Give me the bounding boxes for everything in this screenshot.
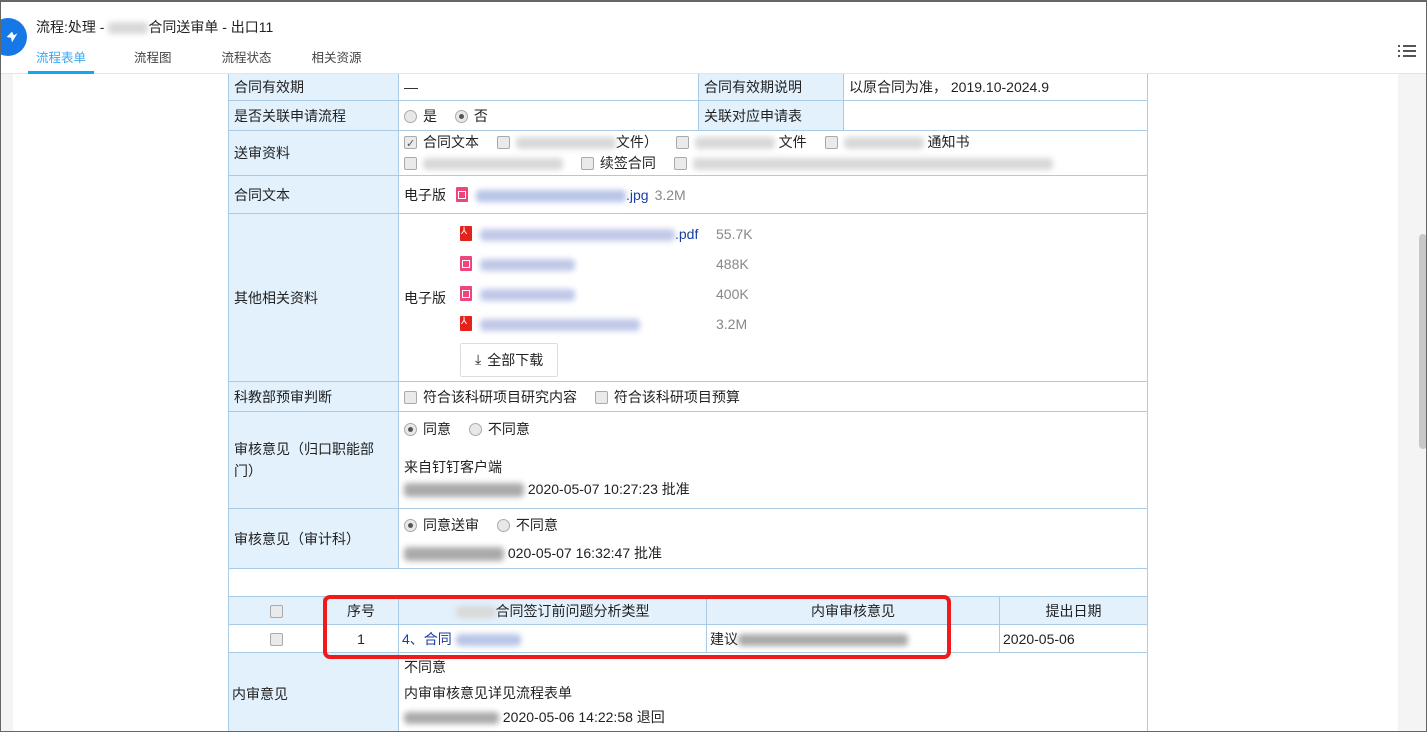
- pdf-file-icon: [460, 316, 472, 331]
- col-index: 序号: [323, 596, 399, 625]
- linked-form-label: 关联对应申请表: [698, 100, 844, 131]
- checkbox-research-budget[interactable]: 符合该科研项目预算: [594, 389, 740, 405]
- pdf-file-icon: [460, 226, 472, 241]
- file-link[interactable]: .jpg: [476, 187, 649, 203]
- pre-review-label: 科教部预审判断: [228, 381, 399, 412]
- opinion-source: 来自钉钉客户端: [404, 459, 502, 475]
- row-contract-text: 合同文本 电子版 .jpg 3.2M: [228, 175, 1148, 214]
- file-item: .pdf55.7K: [460, 219, 753, 249]
- file-link[interactable]: [480, 286, 716, 302]
- internal-audit-label: 内审意见: [228, 652, 399, 731]
- col-audit-opinion: 内审审核意见: [706, 596, 1000, 625]
- app-window: 流程:处理 - 合同送审单 - 出口11 流程表单 流程图 流程状态 相关资源 …: [0, 0, 1427, 732]
- tab-related-resources[interactable]: 相关资源: [304, 42, 370, 74]
- tab-flow-chart[interactable]: 流程图: [126, 42, 180, 74]
- dept-opinion-label: 审核意见（归口职能部门）: [228, 411, 399, 509]
- file-link[interactable]: [480, 256, 716, 272]
- row-audit-opinion: 审核意见（审计科） 同意送审 不同意 020-05-07 16:32:47 批准: [228, 508, 1148, 569]
- other-materials-label: 其他相关资料: [228, 213, 399, 382]
- audit-opinion-label: 审核意见（审计科）: [228, 508, 399, 569]
- file-item: 3.2M: [460, 309, 753, 339]
- row-issue-type[interactable]: 4、合同: [398, 624, 707, 653]
- image-file-icon: [456, 187, 468, 202]
- download-all-button[interactable]: ⤓ 全部下载: [460, 342, 559, 377]
- app-logo-icon: [1, 18, 27, 56]
- vertical-scrollbar[interactable]: [1419, 234, 1426, 449]
- checkbox-material-5[interactable]: [404, 155, 563, 171]
- row-checkbox[interactable]: [269, 632, 283, 646]
- opinion-signature: 2020-05-07 10:27:23 批准: [404, 478, 1142, 500]
- issues-table: 序号 合同签订前问题分析类型 内审审核意见 提出日期 1 4、合同 建议 202…: [228, 596, 1148, 731]
- contract-text-label: 合同文本: [228, 175, 399, 214]
- row-other-materials: 其他相关资料 电子版 .pdf55.7K 488K 400K 3.2M ⤓全部下…: [228, 213, 1148, 382]
- tab-flow-form[interactable]: 流程表单: [28, 42, 95, 74]
- radio-agree-review[interactable]: 同意送审: [404, 517, 479, 533]
- checkbox-material-2[interactable]: 文件）: [496, 134, 658, 150]
- form-page: 合同有效期 — 合同有效期说明 以原合同为准， 2019.10-2024.9 是…: [13, 74, 1398, 731]
- checkbox-material-3[interactable]: 文件: [675, 134, 807, 150]
- validity-note-value: 以原合同为准， 2019.10-2024.9: [843, 74, 1148, 101]
- row-validity: 合同有效期 — 合同有效期说明 以原合同为准， 2019.10-2024.9: [228, 74, 1148, 101]
- table-row: 1 4、合同 建议 2020-05-06: [228, 624, 1148, 653]
- linked-form-value: [843, 100, 1148, 131]
- download-icon: ⤓: [475, 351, 482, 367]
- tab-bar: 流程表单 流程图 流程状态 相关资源: [28, 42, 390, 74]
- tab-flow-status[interactable]: 流程状态: [214, 42, 280, 74]
- col-issue-type: 合同签订前问题分析类型: [398, 596, 707, 625]
- row-date: 2020-05-06: [999, 624, 1148, 653]
- row-dept-opinion: 审核意见（归口职能部门） 同意 不同意 来自钉钉客户端 2020-05-07 1…: [228, 411, 1148, 509]
- radio-no[interactable]: 否: [454, 108, 488, 124]
- validity-note-label: 合同有效期说明: [698, 74, 844, 101]
- file-link[interactable]: [480, 316, 716, 332]
- checkbox-renewal[interactable]: 续签合同: [580, 155, 656, 171]
- radio-disagree[interactable]: 不同意: [468, 421, 530, 437]
- spacer-row: [228, 568, 1148, 597]
- internal-audit-detail: 内审审核意见详见流程表单: [404, 685, 572, 701]
- list-menu-icon[interactable]: [1398, 42, 1416, 58]
- validity-label: 合同有效期: [228, 74, 399, 101]
- row-materials: 送审资料 合同文本 文件） 文件 通知书 续签合同: [228, 130, 1148, 176]
- audit-signature: 020-05-07 16:32:47 批准: [404, 539, 1142, 567]
- checkbox-contract-text[interactable]: 合同文本: [404, 134, 479, 155]
- row-index: 1: [323, 624, 399, 653]
- row-internal-audit: 内审意见 不同意 内审审核意见详见流程表单 2020-05-06 14:22:5…: [228, 652, 1148, 731]
- checkbox-material-7[interactable]: [673, 155, 1053, 171]
- materials-label: 送审资料: [228, 130, 399, 176]
- row-linked-flow: 是否关联申请流程 是 否 关联对应申请表: [228, 100, 1148, 131]
- radio-audit-disagree[interactable]: 不同意: [496, 517, 558, 533]
- contract-form-table: 合同有效期 — 合同有效期说明 以原合同为准， 2019.10-2024.9 是…: [228, 74, 1148, 597]
- file-item: 488K: [460, 249, 753, 279]
- window-title: 流程:处理 - 合同送审单 - 出口11: [36, 19, 274, 35]
- select-all-checkbox[interactable]: [269, 604, 283, 618]
- radio-agree[interactable]: 同意: [404, 421, 451, 437]
- row-pre-review: 科教部预审判断 符合该科研项目研究内容 符合该科研项目预算: [228, 381, 1148, 412]
- internal-audit-signature: 2020-05-06 14:22:58 退回: [404, 705, 1142, 729]
- image-file-icon: [460, 256, 472, 271]
- radio-yes[interactable]: 是: [404, 108, 437, 124]
- validity-value: —: [398, 74, 699, 101]
- row-opinion: 建议: [706, 624, 1000, 653]
- checkbox-research-content[interactable]: 符合该科研项目研究内容: [404, 389, 577, 405]
- internal-audit-result: 不同意: [404, 659, 446, 675]
- image-file-icon: [460, 286, 472, 301]
- issues-table-header: 序号 合同签订前问题分析类型 内审审核意见 提出日期: [228, 596, 1148, 625]
- header: 流程:处理 - 合同送审单 - 出口11 流程表单 流程图 流程状态 相关资源: [1, 2, 1426, 74]
- redacted-text: [108, 22, 149, 35]
- file-item: 400K: [460, 279, 753, 309]
- col-date: 提出日期: [999, 596, 1148, 625]
- checkbox-material-4[interactable]: 通知书: [824, 134, 969, 150]
- linked-flow-label: 是否关联申请流程: [228, 100, 399, 131]
- file-link[interactable]: .pdf: [480, 226, 716, 242]
